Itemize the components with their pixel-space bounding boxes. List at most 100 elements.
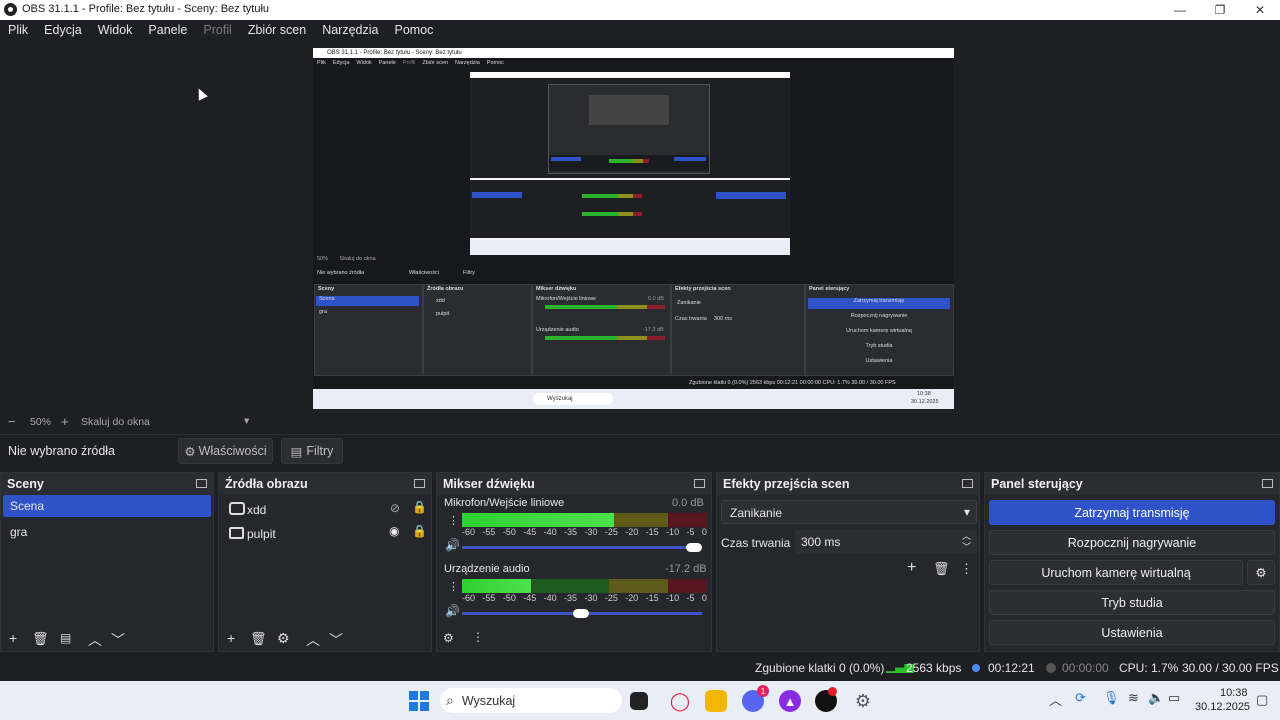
source-properties-icon[interactable]: ⚙ — [277, 630, 290, 647]
move-up-icon[interactable]: ︿ — [88, 630, 102, 650]
menu-profil[interactable]: Profil — [195, 20, 239, 42]
menu-widok[interactable]: Widok — [90, 20, 141, 42]
wifi-icon[interactable]: ≋ — [1128, 690, 1139, 706]
menu-edycja[interactable]: Edycja — [36, 20, 90, 42]
opera-icon[interactable]: ◯ — [669, 690, 691, 712]
spin-down-icon[interactable]: ﹀ — [962, 540, 971, 553]
scale-mode-select[interactable]: Skaluj do okna — [81, 416, 150, 428]
duration-value: 300 ms — [801, 535, 841, 549]
undock-icon[interactable] — [1262, 479, 1273, 488]
nested-dock-title: Mikser dźwięku — [536, 286, 577, 292]
transition-select[interactable]: Zanikanie ▾ — [721, 500, 977, 524]
mic-volume-slider[interactable] — [462, 543, 702, 552]
studio-mode-button[interactable]: Tryb studia — [989, 590, 1275, 615]
properties-button[interactable]: ⚙ Właściwości — [178, 438, 273, 464]
discord-icon[interactable]: 1 — [742, 685, 769, 712]
windows-start-icon[interactable] — [408, 690, 430, 712]
undock-icon[interactable] — [196, 479, 207, 488]
scale-dropdown-icon[interactable]: ▾ — [244, 415, 249, 427]
scenes-dock: Sceny Scena gra + 🗑 ▤ ︿ ﹀ — [0, 472, 214, 652]
taskbar-search[interactable]: ⌕ Wyszukaj — [440, 688, 622, 713]
eye-icon[interactable]: ◉ — [389, 524, 399, 538]
menu-pomoc[interactable]: Pomoc — [386, 20, 441, 42]
task-view-icon[interactable] — [630, 692, 648, 710]
move-down-icon[interactable]: ﹀ — [329, 630, 343, 650]
lock-icon[interactable]: 🔒 — [412, 524, 427, 538]
nested-date: 30.12.2025 — [911, 399, 939, 405]
file-explorer-icon[interactable] — [705, 690, 727, 712]
mic-volume-thumb[interactable] — [686, 543, 702, 552]
settings-taskbar-icon[interactable]: ⚙ — [852, 690, 874, 712]
nested-ctrl-button: Rozpocznij nagrywanie — [850, 313, 908, 319]
undock-icon[interactable] — [694, 479, 705, 488]
duration-spinbox[interactable]: 300 ms ︿ ﹀ — [795, 530, 977, 554]
app-triangle-icon[interactable]: ▲ — [779, 690, 801, 712]
tray-chevron-up-icon[interactable]: ︿ — [1049, 690, 1062, 709]
nested-inner-taskbar — [470, 240, 790, 255]
zoom-out-button[interactable]: − — [8, 414, 16, 429]
add-scene-icon[interactable]: + — [9, 630, 17, 646]
move-up-icon[interactable]: ︿ — [306, 630, 320, 650]
source-item[interactable]: pulpit ◉ 🔒 — [221, 523, 429, 545]
start-recording-button[interactable]: Rozpocznij nagrywanie — [989, 530, 1275, 555]
scene-filters-icon[interactable]: ▤ — [60, 631, 71, 645]
meter-tick-label: -20 — [625, 593, 639, 603]
undock-icon[interactable] — [414, 479, 425, 488]
mic-meter-level — [462, 513, 614, 527]
speaker-icon[interactable]: 🔈 — [1148, 690, 1164, 706]
virtual-camera-button[interactable]: Uruchom kamerę wirtualną — [989, 560, 1243, 585]
menu-panele[interactable]: Panele — [140, 20, 195, 42]
mic-menu-icon[interactable]: ⋮ — [448, 514, 459, 527]
window-title: OBS 31.1.1 - Profile: Bez tytułu - Sceny… — [22, 3, 270, 15]
battery-icon[interactable]: ▭ — [1168, 690, 1180, 706]
lock-icon[interactable]: 🔒 — [412, 500, 427, 514]
scene-item[interactable]: Scena — [3, 495, 211, 517]
aux-volume-thumb[interactable] — [573, 609, 590, 618]
stop-stream-button[interactable]: Zatrzymaj transmisję — [989, 500, 1275, 525]
sync-icon[interactable]: ⟳ — [1075, 690, 1086, 706]
notifications-icon[interactable]: ▢ — [1256, 692, 1268, 708]
menu-narzedzia[interactable]: Narzędzia — [314, 20, 386, 42]
zoom-in-button[interactable]: + — [61, 414, 69, 429]
move-down-icon[interactable]: ﹀ — [111, 630, 125, 650]
fps: 30.00 / 30.00 FPS — [1182, 661, 1279, 675]
remove-transition-icon[interactable]: 🗑 — [933, 561, 950, 577]
add-source-icon[interactable]: + — [227, 630, 235, 646]
advanced-audio-icon[interactable]: ⚙ — [443, 631, 454, 645]
hidden-eye-icon[interactable]: ⊘ — [390, 501, 400, 515]
maximize-button[interactable]: ❐ — [1200, 0, 1240, 20]
virtual-camera-settings-gear-icon[interactable]: ⚙ — [1247, 560, 1275, 585]
menu-zbior-scen[interactable]: Zbiór scen — [240, 20, 314, 42]
settings-button[interactable]: Ustawienia — [989, 620, 1275, 645]
remove-scene-icon[interactable]: 🗑 — [32, 631, 49, 647]
remove-source-icon[interactable]: 🗑 — [250, 631, 267, 647]
nested-inner-docks — [549, 155, 709, 171]
clock-date[interactable]: 30.12.2025 — [1195, 701, 1250, 713]
recording-dot-icon — [828, 687, 837, 696]
nested-zoom: 50% Skaluj do okna — [317, 256, 376, 262]
undock-icon[interactable] — [962, 479, 973, 488]
source-item[interactable]: xdd ⊘ 🔒 — [221, 499, 429, 521]
microphone-icon[interactable]: 🎙 — [1103, 690, 1120, 706]
mixer-menu-icon[interactable]: ⋮ — [472, 630, 484, 644]
aux-menu-icon[interactable]: ⋮ — [448, 580, 459, 593]
aux-volume-slider[interactable] — [462, 609, 702, 618]
preview-canvas[interactable]: OBS 31.1.1 - Profile: Bez tytułu - Sceny… — [313, 48, 954, 409]
mic-volume-icon[interactable]: 🔊 — [445, 538, 460, 552]
sources-dock: Źródła obrazu xdd ⊘ 🔒 pulpit ◉ 🔒 + 🗑 ⚙ ︿… — [218, 472, 432, 652]
add-transition-icon[interactable]: + — [907, 559, 916, 577]
close-button[interactable]: ✕ — [1240, 0, 1280, 20]
meter-tick-label: -10 — [666, 527, 680, 537]
meter-tick-label: 0 — [701, 593, 707, 603]
transition-menu-icon[interactable]: ⋮ — [960, 561, 973, 577]
menu-plik[interactable]: Plik — [0, 20, 36, 42]
minimize-button[interactable]: — — [1160, 0, 1200, 20]
nested-dock-title: Panel sterujący — [809, 286, 850, 292]
scene-item[interactable]: gra — [3, 521, 211, 543]
nested-dock-title: Źródła obrazu — [427, 286, 464, 292]
filters-button[interactable]: ▤ Filtry — [281, 438, 343, 464]
aux-volume-icon[interactable]: 🔊 — [445, 604, 460, 618]
nested-ctrl-button: Ustawienia — [865, 358, 893, 364]
obs-taskbar-icon[interactable] — [815, 687, 837, 712]
clock-time[interactable]: 10:38 — [1220, 687, 1248, 699]
